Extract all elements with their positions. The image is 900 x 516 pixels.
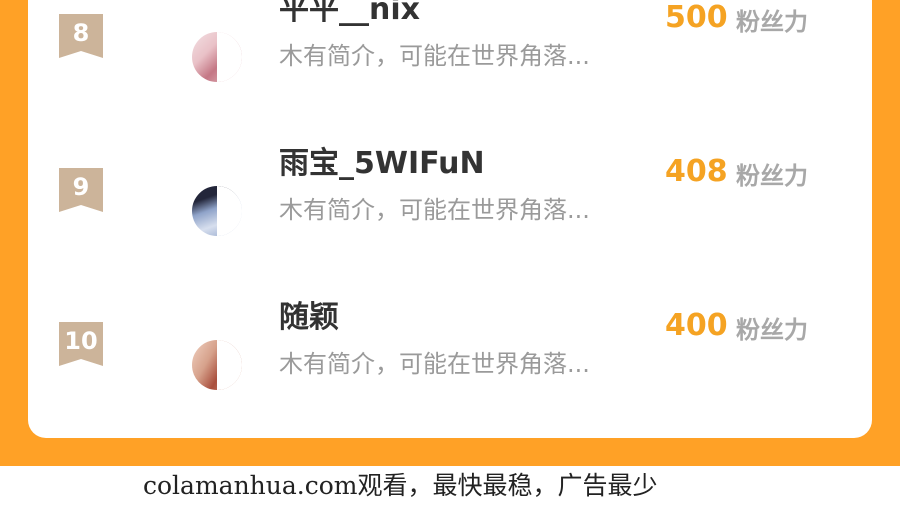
fan-score: 500: [665, 0, 728, 35]
fan-score-unit: 粉丝力: [736, 162, 808, 190]
user-intro: 木有简介，可能在世界角落...: [279, 42, 590, 70]
rank-badge: 10: [59, 322, 103, 366]
avatar[interactable]: [192, 186, 242, 236]
ranking-card: 8 平平__nix 木有简介，可能在世界角落... 500 粉丝力 9 雨宝_5…: [28, 0, 872, 438]
footer-text: colamanhua.com观看，最快最稳，广告最少: [143, 471, 658, 500]
user-intro: 木有简介，可能在世界角落...: [279, 196, 590, 224]
rank-badge: 9: [59, 168, 103, 212]
user-name[interactable]: 平平__nix: [279, 0, 420, 28]
ranking-row[interactable]: 8 平平__nix 木有简介，可能在世界角落... 500 粉丝力: [28, 0, 872, 154]
footer-banner: colamanhua.com观看，最快最稳，广告最少: [0, 466, 900, 516]
fan-score-unit: 粉丝力: [736, 8, 808, 36]
avatar[interactable]: [192, 32, 242, 82]
ranking-row[interactable]: 10 随颖 木有简介，可能在世界角落... 400 粉丝力: [28, 300, 872, 438]
rank-badge: 8: [59, 14, 103, 58]
fan-score: 408: [665, 154, 728, 189]
avatar[interactable]: [192, 340, 242, 390]
ranking-row[interactable]: 9 雨宝_5WIFuN 木有简介，可能在世界角落... 408 粉丝力: [28, 146, 872, 308]
user-name[interactable]: 随颖: [279, 292, 339, 336]
user-name[interactable]: 雨宝_5WIFuN: [279, 138, 485, 182]
fan-score-unit: 粉丝力: [736, 316, 808, 344]
fan-score: 400: [665, 308, 728, 343]
user-intro: 木有简介，可能在世界角落...: [279, 350, 590, 378]
